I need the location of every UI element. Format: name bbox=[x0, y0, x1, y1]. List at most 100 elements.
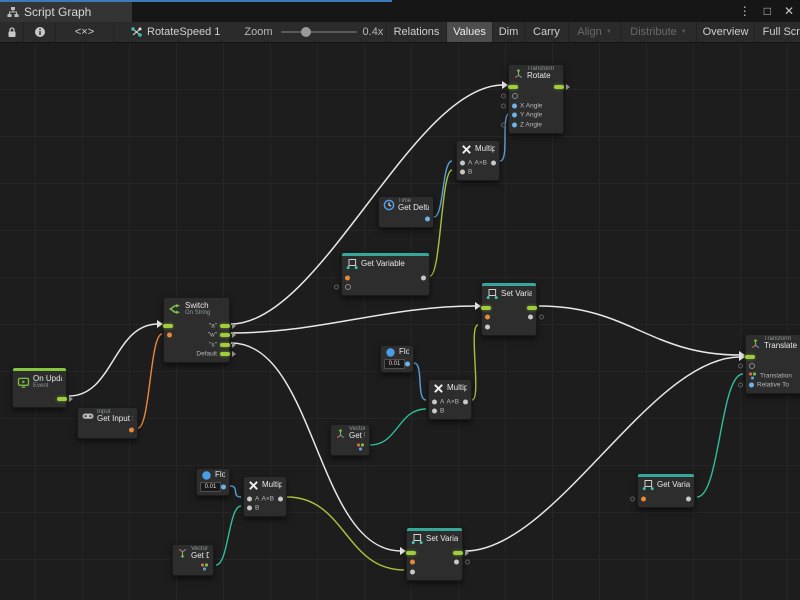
tab-script-graph[interactable]: Script Graph bbox=[0, 2, 132, 22]
value-port[interactable] bbox=[221, 484, 226, 489]
port-row bbox=[78, 425, 137, 435]
zoom-slider-thumb[interactable] bbox=[301, 27, 311, 37]
flow-arrow bbox=[232, 351, 236, 357]
value-port[interactable] bbox=[512, 122, 517, 127]
overview-button[interactable]: Overview bbox=[696, 22, 754, 42]
node-rotate[interactable]: TransformRotateX AngleY AngleZ Angle bbox=[508, 64, 564, 134]
flow-port[interactable] bbox=[406, 551, 416, 555]
vector3-port[interactable] bbox=[357, 443, 366, 450]
node-multiply-top[interactable]: MultiplyAA×BB bbox=[456, 140, 500, 181]
menu-icon[interactable]: ⋮ bbox=[739, 3, 751, 19]
node-multiply-mid[interactable]: MultiplyAA×BB bbox=[428, 379, 472, 420]
align-dropdown[interactable]: Align▼ bbox=[568, 22, 620, 42]
node-get-variable-top[interactable]: Get Variable bbox=[341, 252, 430, 296]
value-port[interactable] bbox=[749, 383, 754, 388]
value-port[interactable] bbox=[405, 361, 410, 366]
flow-port[interactable] bbox=[527, 306, 537, 310]
flow-port[interactable] bbox=[57, 397, 67, 401]
node-header: InputGet Input String bbox=[78, 408, 137, 424]
value-port[interactable] bbox=[460, 160, 465, 165]
flow-port[interactable] bbox=[220, 343, 230, 347]
node-set-variable-bot[interactable]: Set Variable bbox=[406, 527, 463, 581]
value-port[interactable] bbox=[278, 496, 283, 501]
values-button[interactable]: Values bbox=[446, 22, 492, 42]
value-port[interactable] bbox=[460, 170, 465, 175]
value-port[interactable] bbox=[491, 160, 496, 165]
node-get-delta-time[interactable]: TimeGet Delta Time bbox=[378, 196, 434, 228]
value-port[interactable] bbox=[410, 560, 415, 565]
code-view-button[interactable]: <×> bbox=[56, 22, 114, 42]
port-label: A bbox=[440, 398, 444, 405]
node-get-input-string[interactable]: InputGet Input String bbox=[77, 407, 138, 439]
port-row: Z Angle bbox=[509, 120, 563, 130]
flow-port[interactable] bbox=[163, 324, 173, 328]
node-translate[interactable]: TransformTranslateTranslationRelative To bbox=[745, 334, 800, 394]
port-label: Y Angle bbox=[520, 112, 542, 119]
target-port[interactable] bbox=[345, 284, 351, 290]
node-subtitle: Event bbox=[33, 383, 62, 389]
node-ports bbox=[407, 547, 462, 580]
value-port[interactable] bbox=[528, 315, 533, 320]
value-port[interactable] bbox=[410, 569, 415, 574]
zoom-slider[interactable] bbox=[281, 31, 357, 33]
value-port[interactable] bbox=[421, 275, 426, 280]
value-port[interactable] bbox=[485, 315, 490, 320]
flow-port[interactable] bbox=[554, 85, 564, 89]
node-get-variable-bot[interactable]: Get Variable bbox=[637, 473, 695, 508]
lock-button[interactable] bbox=[0, 22, 24, 42]
value-port[interactable] bbox=[641, 496, 646, 501]
node-get-up[interactable]: Vector 3Get Up bbox=[330, 424, 370, 456]
value-port[interactable] bbox=[425, 216, 430, 221]
value-port[interactable] bbox=[686, 496, 691, 501]
value-port[interactable] bbox=[512, 113, 517, 118]
value-port[interactable] bbox=[167, 333, 172, 338]
graph-canvas[interactable]: TransformRotateX AngleY AngleZ AngleMult… bbox=[0, 0, 800, 600]
value-port[interactable] bbox=[247, 496, 252, 501]
flow-port[interactable] bbox=[220, 352, 230, 356]
flow-arrow bbox=[465, 550, 469, 556]
value-input[interactable]: 0.01 bbox=[384, 359, 405, 369]
node-set-variable-mid[interactable]: Set Variable bbox=[481, 282, 537, 336]
info-button[interactable] bbox=[24, 22, 56, 42]
flow-port[interactable] bbox=[220, 333, 230, 337]
full-screen-button[interactable]: Full Screen bbox=[754, 22, 800, 42]
close-icon[interactable]: ✕ bbox=[784, 3, 794, 19]
node-on-update[interactable]: On UpdateEvent bbox=[12, 367, 67, 408]
node-header: On UpdateEvent bbox=[13, 371, 66, 393]
value-port[interactable] bbox=[432, 399, 437, 404]
node-switch[interactable]: SwitchOn String"a""w""s"Default bbox=[163, 297, 230, 363]
value-input[interactable]: 0.01 bbox=[200, 482, 221, 492]
vector3-port[interactable] bbox=[749, 372, 758, 379]
vector3-port[interactable] bbox=[201, 563, 210, 570]
node-title: Multiply bbox=[262, 481, 282, 489]
flow-port[interactable] bbox=[745, 355, 755, 359]
flow-port[interactable] bbox=[220, 324, 230, 328]
dim-button[interactable]: Dim bbox=[492, 22, 524, 42]
value-port[interactable] bbox=[247, 506, 252, 511]
value-port[interactable] bbox=[485, 324, 490, 329]
flow-port[interactable] bbox=[453, 551, 463, 555]
value-port[interactable] bbox=[432, 409, 437, 414]
graph-breadcrumb[interactable]: RotateSpeed 1 bbox=[130, 26, 220, 38]
node-multiply-bot[interactable]: MultiplyAA×BB bbox=[243, 476, 287, 517]
value-port[interactable] bbox=[454, 560, 459, 565]
flow-port[interactable] bbox=[508, 85, 518, 89]
carry-button[interactable]: Carry bbox=[524, 22, 568, 42]
flow-port[interactable] bbox=[481, 306, 491, 310]
node-get-down[interactable]: Vector 3Get Down bbox=[172, 544, 214, 576]
node-float-bot[interactable]: Float0.01 bbox=[196, 468, 230, 496]
target-port[interactable] bbox=[512, 93, 518, 99]
value-port[interactable] bbox=[129, 427, 134, 432]
relations-button[interactable]: Relations bbox=[386, 22, 446, 42]
value-port[interactable] bbox=[512, 103, 517, 108]
distribute-dropdown[interactable]: Distribute▼ bbox=[620, 22, 696, 42]
value-port[interactable] bbox=[345, 275, 350, 280]
value-port[interactable] bbox=[463, 399, 468, 404]
target-port[interactable] bbox=[749, 363, 755, 369]
node-header: TransformRotate bbox=[509, 65, 563, 81]
port-label: A×B bbox=[475, 159, 487, 166]
port-row: B bbox=[244, 504, 286, 514]
node-float-mid[interactable]: Float0.01 bbox=[380, 345, 414, 373]
maximize-icon[interactable]: □ bbox=[764, 3, 771, 19]
window-controls: ⋮ □ ✕ bbox=[739, 3, 794, 19]
